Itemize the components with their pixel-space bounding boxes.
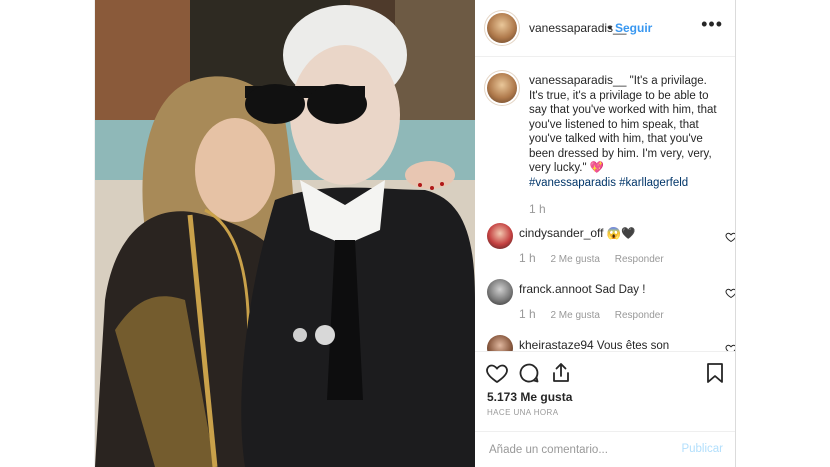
avatar[interactable] bbox=[487, 279, 513, 305]
comment-text: Vous êtes son bbox=[596, 340, 670, 351]
post-header: vanessaparadis__ • Seguir ••• bbox=[475, 0, 735, 57]
photo-illustration bbox=[95, 0, 475, 467]
comment-item: cindysander_off 😱🖤 1 h 2 Me gusta Respon… bbox=[487, 223, 735, 283]
comment-text: Sad Day ! bbox=[594, 284, 646, 296]
avatar[interactable] bbox=[487, 223, 513, 249]
comment-icon[interactable] bbox=[517, 361, 541, 385]
post-side-panel: vanessaparadis__ • Seguir ••• vanessapar… bbox=[475, 0, 735, 467]
comment-line: franck.annoot Sad Day ! bbox=[519, 282, 645, 296]
comment-item: franck.annoot Sad Day ! 1 h 2 Me gusta R… bbox=[487, 279, 735, 339]
post-photo[interactable] bbox=[95, 0, 475, 467]
post-actions: 5.173 Me gusta HACE UNA HORA bbox=[475, 351, 735, 431]
caption-body: vanessaparadis__ "It's a privilage. It's… bbox=[529, 73, 719, 218]
heart-icon[interactable] bbox=[725, 231, 736, 243]
comments-list[interactable]: vanessaparadis__ "It's a privilage. It's… bbox=[475, 57, 735, 351]
heart-icon[interactable] bbox=[725, 287, 736, 299]
heart-icon[interactable] bbox=[725, 343, 736, 351]
caption-username[interactable]: vanessaparadis__ bbox=[529, 73, 626, 87]
add-comment-bar: Publicar bbox=[475, 431, 735, 467]
comment-line: kheirastaze94 Vous êtes son bbox=[519, 338, 669, 351]
avatar[interactable] bbox=[487, 335, 513, 351]
comment-username[interactable]: cindysander_off bbox=[519, 226, 604, 240]
comment-time[interactable]: 1 h bbox=[519, 307, 536, 321]
comment-item: kheirastaze94 Vous êtes son bbox=[487, 335, 735, 351]
bookmark-icon[interactable] bbox=[703, 361, 727, 385]
avatar[interactable] bbox=[487, 73, 517, 103]
share-icon[interactable] bbox=[549, 361, 573, 385]
caption-text: "It's a privilage. It's true, it's a pri… bbox=[529, 75, 717, 174]
comment-line: cindysander_off 😱🖤 bbox=[519, 226, 635, 240]
avatar[interactable] bbox=[487, 13, 517, 43]
publish-button[interactable]: Publicar bbox=[681, 443, 723, 455]
comment-text: 😱🖤 bbox=[606, 228, 636, 240]
like-count[interactable]: 5.173 Me gusta bbox=[487, 390, 572, 404]
hashtag-link[interactable]: #karllagerfeld bbox=[619, 177, 688, 189]
more-options-icon[interactable]: ••• bbox=[701, 14, 723, 35]
follow-button[interactable]: Seguir bbox=[615, 21, 652, 35]
caption-time[interactable]: 1 h bbox=[529, 202, 546, 216]
post-timestamp[interactable]: HACE UNA HORA bbox=[487, 408, 558, 417]
heart-icon[interactable] bbox=[485, 361, 509, 385]
comment-time[interactable]: 1 h bbox=[519, 251, 536, 265]
comment-input[interactable] bbox=[487, 440, 671, 460]
comment-likes[interactable]: 2 Me gusta bbox=[550, 310, 599, 321]
comment-likes[interactable]: 2 Me gusta bbox=[550, 254, 599, 265]
comment-meta: 1 h 2 Me gusta Responder bbox=[519, 251, 676, 265]
separator-dot: • bbox=[608, 21, 613, 35]
instagram-post: vanessaparadis__ • Seguir ••• vanessapar… bbox=[94, 0, 736, 467]
hashtag-link[interactable]: #vanessaparadis bbox=[529, 177, 616, 189]
comment-meta: 1 h 2 Me gusta Responder bbox=[519, 307, 676, 321]
comment-username[interactable]: franck.annoot bbox=[519, 282, 592, 296]
reply-button[interactable]: Responder bbox=[615, 310, 664, 321]
reply-button[interactable]: Responder bbox=[615, 254, 664, 265]
comment-username[interactable]: kheirastaze94 bbox=[519, 338, 594, 351]
